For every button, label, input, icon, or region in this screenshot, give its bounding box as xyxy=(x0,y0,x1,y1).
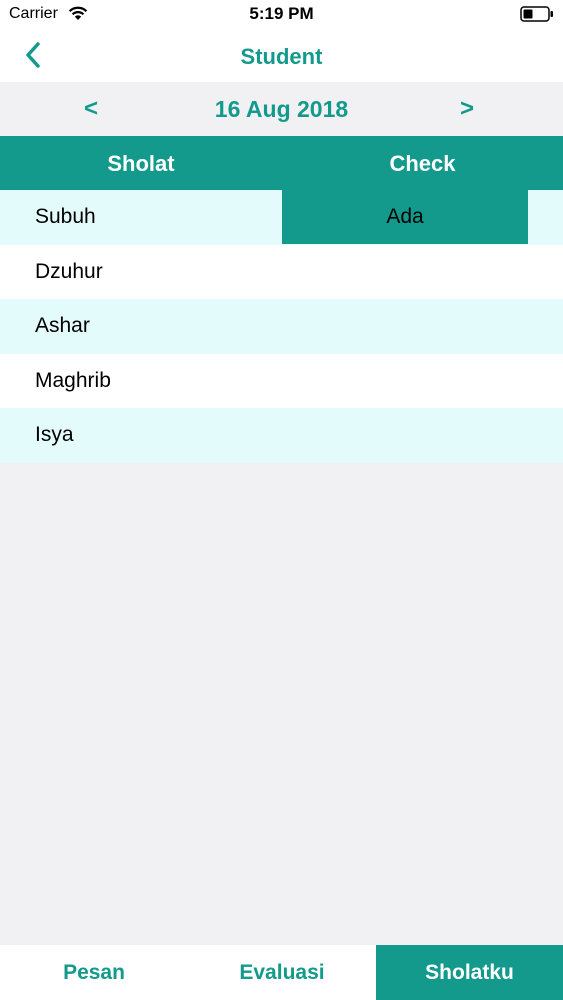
prayer-name: Ashar xyxy=(35,314,90,337)
table-header: Sholat Check xyxy=(0,136,563,190)
prayer-list: Subuh Ada Dzuhur Ashar Maghrib Isya xyxy=(0,190,563,463)
table-row[interactable]: Isya xyxy=(0,408,563,463)
tab-sholatku[interactable]: Sholatku xyxy=(376,945,563,1000)
status-bar: Carrier 5:19 PM xyxy=(0,0,563,28)
table-row[interactable]: Maghrib xyxy=(0,353,563,408)
tab-pesan[interactable]: Pesan xyxy=(0,945,188,1000)
battery-icon xyxy=(520,6,553,22)
check-status-cell[interactable] xyxy=(282,354,528,408)
column-header-sholat: Sholat xyxy=(107,151,175,176)
check-status-cell[interactable] xyxy=(282,408,528,462)
page-title: Student xyxy=(240,44,323,69)
table-row[interactable]: Subuh Ada xyxy=(0,190,563,245)
tab-bar: Pesan Evaluasi Sholatku xyxy=(0,945,563,1000)
prayer-name: Maghrib xyxy=(35,368,111,392)
next-date-button[interactable]: > xyxy=(460,95,474,123)
tab-evaluasi[interactable]: Evaluasi xyxy=(188,945,376,1000)
check-status-cell[interactable] xyxy=(282,299,528,353)
check-status-cell[interactable] xyxy=(282,245,528,299)
prayer-name: Isya xyxy=(35,423,74,446)
table-row[interactable]: Ashar xyxy=(0,299,563,354)
status-time: 5:19 PM xyxy=(249,4,314,23)
check-status-cell[interactable]: Ada xyxy=(282,190,528,244)
prayer-name: Dzuhur xyxy=(35,259,103,283)
current-date-label: 16 Aug 2018 xyxy=(214,96,349,122)
date-navigator: < 16 Aug 2018 > xyxy=(0,82,563,136)
prayer-name: Subuh xyxy=(35,205,96,228)
nav-bar: Student xyxy=(0,28,563,82)
column-header-check: Check xyxy=(389,151,456,176)
table-row[interactable]: Dzuhur xyxy=(0,244,563,299)
